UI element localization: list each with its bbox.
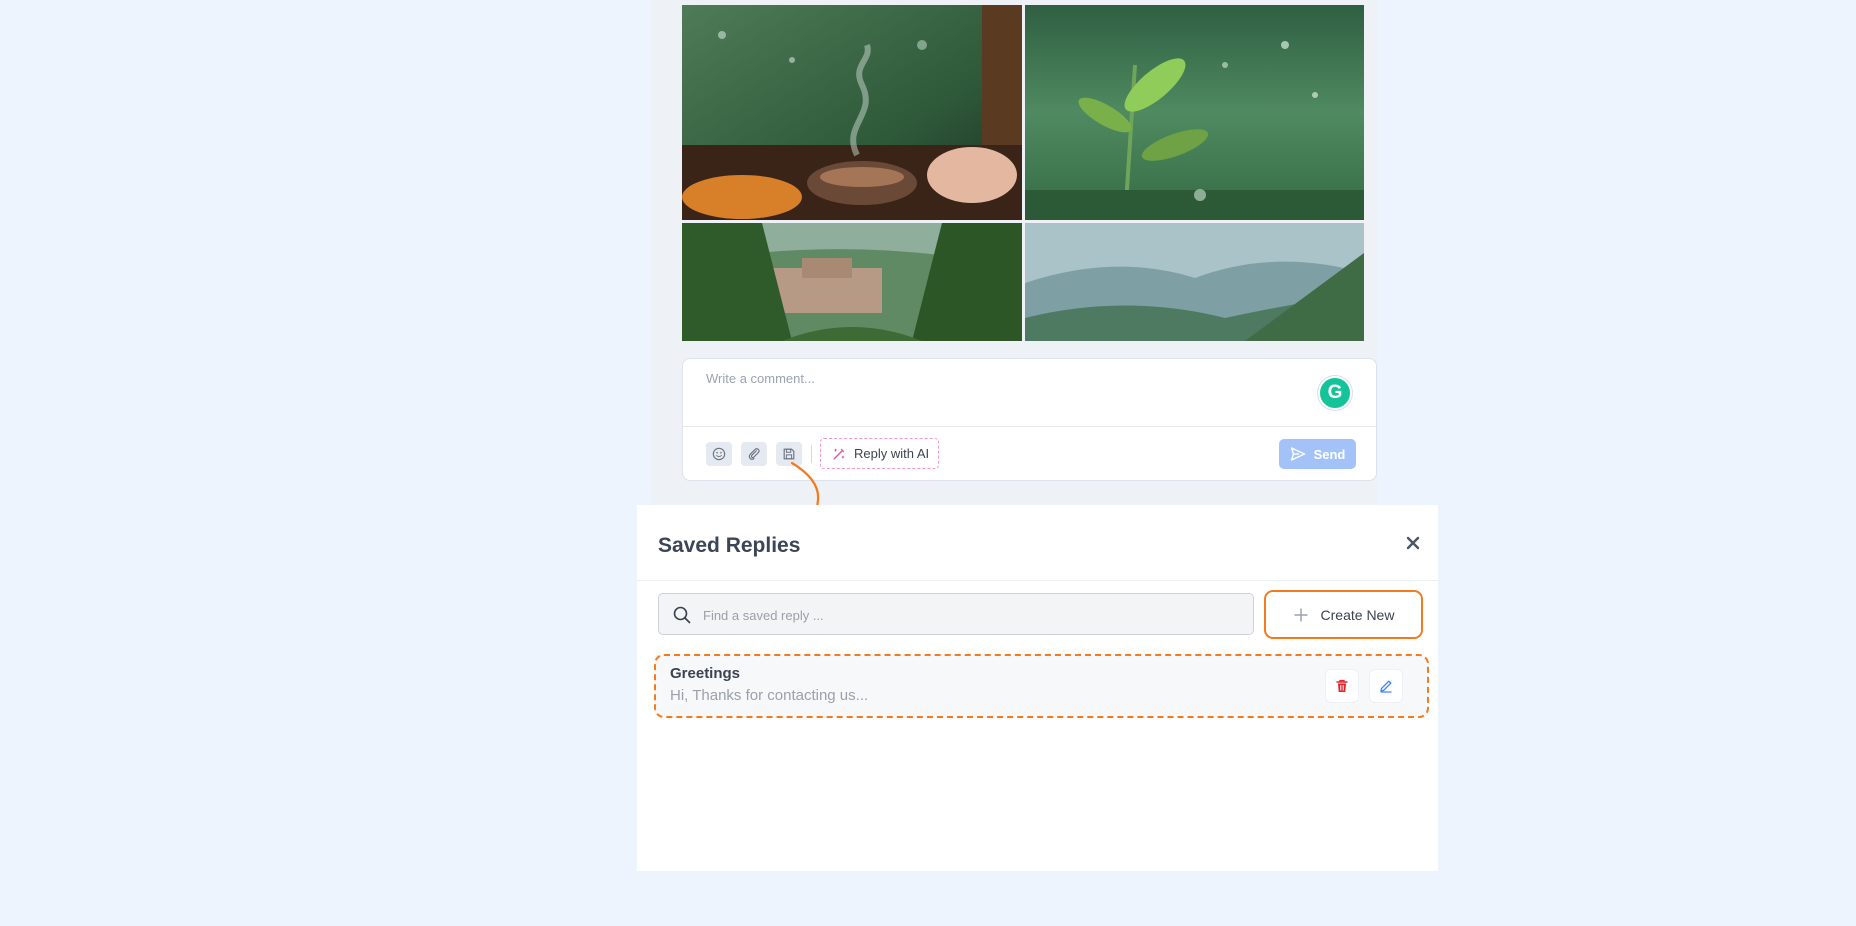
- reply-with-ai-button[interactable]: Reply with AI: [820, 438, 939, 469]
- search-input[interactable]: [701, 594, 1245, 636]
- close-icon: [1406, 536, 1420, 550]
- saved-reply-item[interactable]: Greetings Hi, Thanks for contacting us..…: [654, 654, 1429, 718]
- send-button[interactable]: Send: [1279, 439, 1356, 469]
- saved-replies-panel: Saved Replies Create New Greetings Hi, T…: [637, 505, 1438, 871]
- magic-wand-icon: [833, 448, 845, 460]
- comment-box: Write a comment... G Reply with AI Send: [682, 358, 1377, 481]
- emoji-icon: [712, 447, 726, 461]
- search-box: [658, 593, 1254, 636]
- send-icon: [1290, 447, 1305, 461]
- edit-button[interactable]: [1369, 669, 1403, 703]
- tea-leaves-rain-photo[interactable]: [1025, 5, 1364, 220]
- attach-button[interactable]: [741, 442, 767, 466]
- pencil-icon: [1380, 680, 1392, 693]
- divider: [637, 580, 1438, 581]
- panel-title: Saved Replies: [658, 534, 801, 557]
- plus-icon: [1294, 608, 1308, 621]
- reply-with-ai-label: Reply with AI: [854, 446, 930, 461]
- create-new-button[interactable]: Create New: [1264, 590, 1423, 639]
- divider: [683, 426, 1376, 427]
- photo-gallery: [682, 5, 1364, 341]
- search-icon: [673, 606, 691, 624]
- send-label: Send: [1313, 446, 1346, 462]
- close-button[interactable]: [1401, 531, 1425, 555]
- hill-town-rain-photo[interactable]: [682, 223, 1022, 341]
- reply-preview: Hi, Thanks for contacting us...: [670, 687, 869, 704]
- grammarly-letter: G: [1327, 382, 1343, 403]
- save-icon: [783, 448, 795, 460]
- comment-input[interactable]: Write a comment...: [706, 371, 815, 386]
- grammarly-icon[interactable]: G: [1318, 376, 1352, 410]
- paperclip-icon: [748, 448, 760, 460]
- delete-button[interactable]: [1325, 669, 1359, 703]
- misty-hills-photo[interactable]: [1025, 223, 1364, 341]
- tea-cup-rain-photo[interactable]: [682, 5, 1022, 220]
- create-new-label: Create New: [1320, 606, 1395, 623]
- reply-title: Greetings: [670, 665, 741, 682]
- trash-icon: [1336, 679, 1348, 692]
- emoji-button[interactable]: [706, 442, 732, 466]
